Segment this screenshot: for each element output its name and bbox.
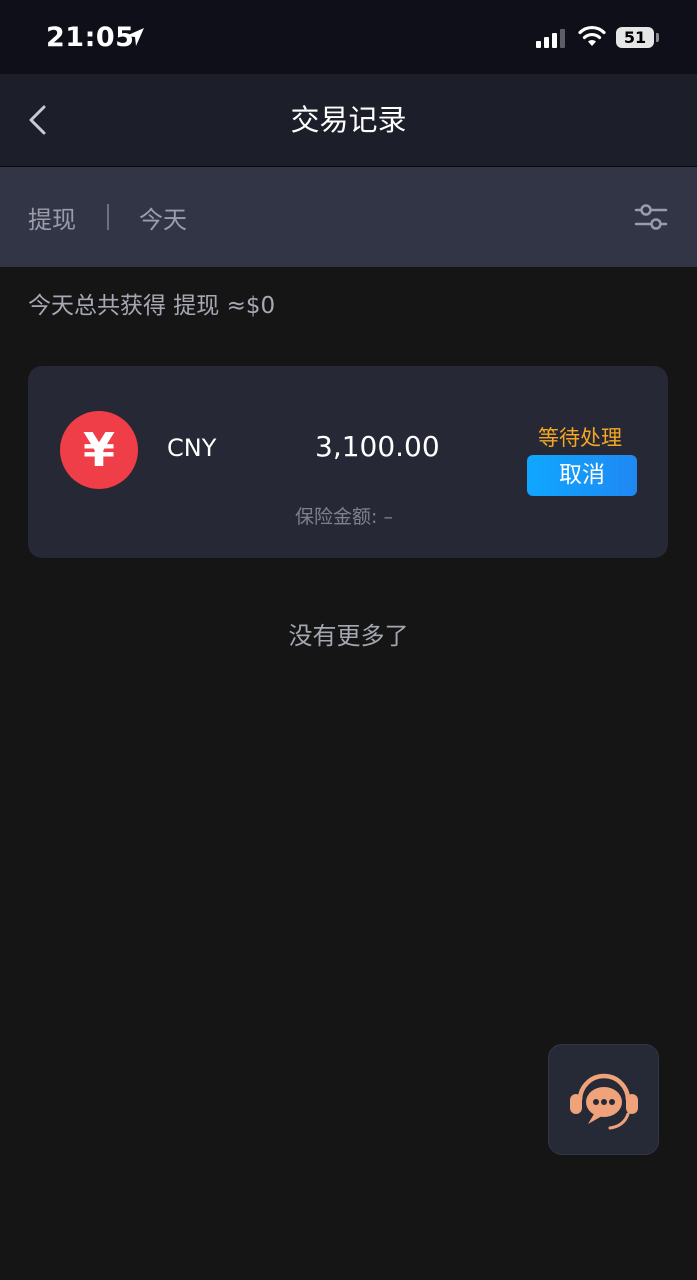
chevron-left-icon[interactable] — [26, 104, 48, 136]
summary-text: 今天总共获得 提现 ≈$0 — [28, 293, 276, 319]
yuan-coin-icon: ¥ — [60, 411, 138, 489]
transaction-amount: 3,100.00 — [315, 430, 440, 463]
cancel-button[interactable]: 取消 — [527, 455, 637, 496]
filter-date[interactable]: 今天 — [139, 200, 187, 235]
nav-bar: 交易记录 — [0, 74, 697, 167]
sliders-icon[interactable] — [634, 202, 668, 232]
currency-code: CNY — [167, 434, 217, 462]
wifi-icon — [578, 25, 606, 46]
transaction-card[interactable]: ¥ CNY 3,100.00 等待处理 取消 保险金额: – — [28, 366, 668, 558]
status-time: 21:05 — [46, 22, 135, 53]
status-badge: 等待处理 — [538, 426, 622, 450]
status-bar: 21:05 51 — [0, 0, 697, 74]
filter-divider — [107, 204, 109, 230]
battery-tip — [656, 33, 659, 42]
no-more-text: 没有更多了 — [288, 622, 409, 650]
insurance-amount: 保险金额: – — [295, 506, 393, 528]
page-title: 交易记录 — [290, 103, 407, 137]
filter-bar: 提现 今天 — [0, 167, 697, 267]
customer-support-button[interactable] — [548, 1044, 659, 1155]
battery-indicator: 51 — [616, 27, 654, 48]
signal-icon — [536, 29, 565, 48]
filter-type[interactable]: 提现 — [28, 200, 76, 235]
headset-chat-icon — [570, 1073, 638, 1130]
location-arrow-icon — [126, 28, 144, 46]
